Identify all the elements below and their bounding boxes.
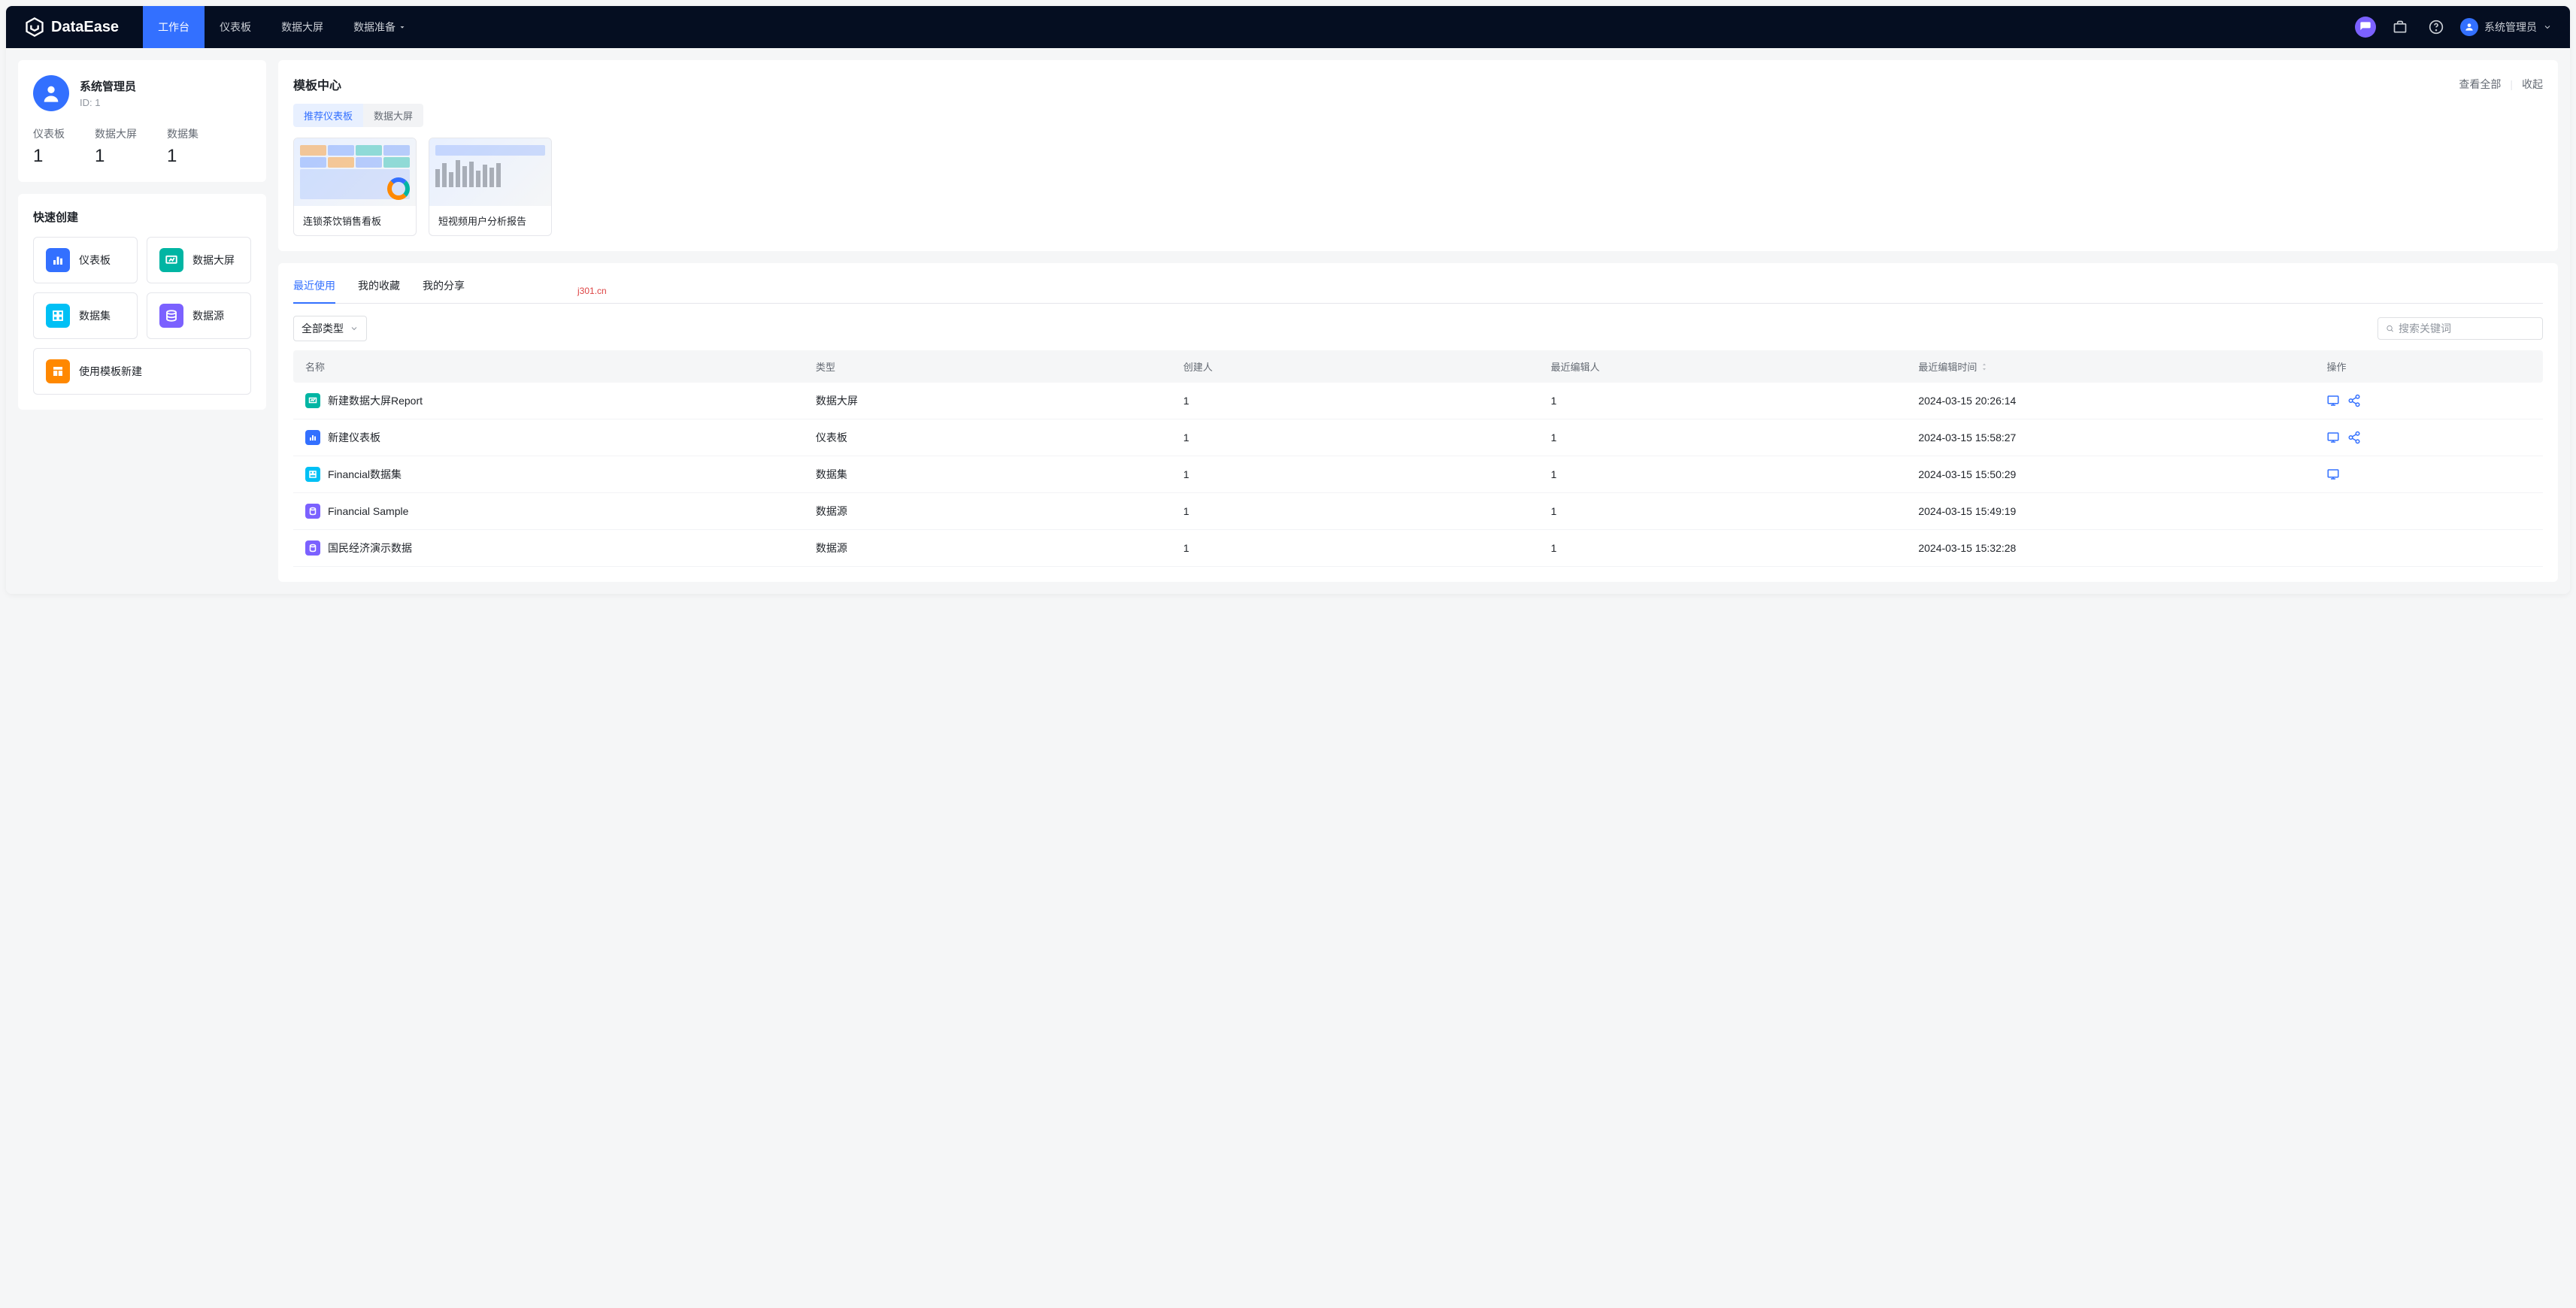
row-type-icon (305, 504, 320, 519)
nav-item-2[interactable]: 数据大屏 (266, 6, 338, 48)
view-action-icon[interactable] (2326, 468, 2340, 481)
quick-create-title: 快速创建 (33, 209, 251, 225)
logo[interactable]: DataEase (24, 17, 119, 38)
table-row[interactable]: Financial Sample数据源112024-03-15 15:49:19 (293, 493, 2543, 530)
col-actions: 操作 (2326, 359, 2531, 374)
user-menu[interactable]: 系统管理员 (2460, 18, 2552, 36)
view-action-icon[interactable] (2326, 431, 2340, 444)
row-type-icon (305, 430, 320, 445)
table-row[interactable]: 新建仪表板仪表板112024-03-15 15:58:27 (293, 419, 2543, 456)
logo-icon (24, 17, 45, 38)
col-creator: 创建人 (1183, 359, 1551, 374)
chevron-down-icon (2543, 23, 2552, 32)
template-card[interactable]: 短视频用户分析报告 (429, 138, 552, 236)
search-input[interactable] (2399, 322, 2535, 335)
view-all-link[interactable]: 查看全部 (2459, 77, 2501, 92)
recent-tab-1[interactable]: 我的收藏 (358, 278, 400, 304)
stat-item[interactable]: 数据集1 (167, 126, 199, 167)
brand-name: DataEase (51, 19, 119, 36)
quick-create-screen[interactable]: 数据大屏 (147, 237, 251, 283)
row-type-icon (305, 467, 320, 482)
recent-tab-0[interactable]: 最近使用 (293, 278, 335, 304)
template-thumbnail (429, 138, 551, 206)
template-center-card: 模板中心 查看全部 | 收起 推荐仪表板数据大屏 连锁茶饮销售看板短视频用户分析… (278, 60, 2558, 251)
col-type: 类型 (816, 359, 1183, 374)
nav-item-3[interactable]: 数据准备 (338, 6, 421, 48)
bar-chart-icon (46, 248, 70, 272)
watermark: j301.cn (577, 286, 607, 296)
user-name: 系统管理员 (80, 78, 136, 94)
nav-item-1[interactable]: 仪表板 (205, 6, 266, 48)
stat-item[interactable]: 仪表板1 (33, 126, 65, 167)
main-nav: 工作台仪表板数据大屏数据准备 (143, 6, 421, 48)
chat-icon[interactable] (2355, 17, 2376, 38)
row-type-icon (305, 540, 320, 556)
recent-card: 最近使用我的收藏我的分享 j301.cn 全部类型 名称 类型 (278, 263, 2558, 582)
quick-create-template[interactable]: 使用模板新建 (33, 348, 251, 395)
template-tab-0[interactable]: 推荐仪表板 (293, 104, 363, 127)
col-time[interactable]: 最近编辑时间 (1918, 359, 2326, 374)
sort-icon (1980, 362, 1989, 371)
template-card[interactable]: 连锁茶饮销售看板 (293, 138, 417, 236)
share-action-icon[interactable] (2347, 394, 2361, 407)
avatar-icon (2460, 18, 2478, 36)
row-type-icon (305, 393, 320, 408)
table-row[interactable]: 国民经济演示数据数据源112024-03-15 15:32:28 (293, 530, 2543, 567)
col-name: 名称 (305, 359, 816, 374)
template-tab-1[interactable]: 数据大屏 (363, 104, 423, 127)
table-header: 名称 类型 创建人 最近编辑人 最近编辑时间 操作 (293, 350, 2543, 383)
share-action-icon[interactable] (2347, 431, 2361, 444)
chevron-down-icon (350, 324, 359, 333)
quick-create-card: 快速创建 仪表板数据大屏数据集数据源使用模板新建 (18, 194, 266, 410)
help-icon[interactable] (2424, 15, 2448, 39)
user-stats-card: 系统管理员 ID: 1 仪表板1 数据大屏1 数据集1 (18, 60, 266, 182)
top-header: DataEase 工作台仪表板数据大屏数据准备 系统管理员 (6, 6, 2570, 48)
user-label: 系统管理员 (2484, 20, 2537, 35)
toolbox-icon[interactable] (2388, 15, 2412, 39)
quick-create-database[interactable]: 数据源 (147, 292, 251, 339)
quick-create-bar-chart[interactable]: 仪表板 (33, 237, 138, 283)
recent-tab-2[interactable]: 我的分享 (423, 278, 465, 304)
template-icon (46, 359, 70, 383)
search-box[interactable] (2377, 317, 2543, 340)
view-action-icon[interactable] (2326, 394, 2340, 407)
table-row[interactable]: 新建数据大屏Report数据大屏112024-03-15 20:26:14 (293, 383, 2543, 419)
template-thumbnail (294, 138, 416, 206)
avatar (33, 75, 69, 111)
screen-icon (159, 248, 183, 272)
quick-create-dataset[interactable]: 数据集 (33, 292, 138, 339)
dataset-icon (46, 304, 70, 328)
template-center-title: 模板中心 (293, 75, 341, 93)
stat-item[interactable]: 数据大屏1 (95, 126, 137, 167)
table-row[interactable]: Financial数据集数据集112024-03-15 15:50:29 (293, 456, 2543, 493)
collapse-link[interactable]: 收起 (2522, 77, 2543, 92)
user-id: ID: 1 (80, 97, 136, 108)
nav-item-0[interactable]: 工作台 (143, 6, 205, 48)
type-filter-select[interactable]: 全部类型 (293, 316, 367, 341)
search-icon (2386, 322, 2394, 335)
database-icon (159, 304, 183, 328)
col-editor: 最近编辑人 (1551, 359, 1919, 374)
